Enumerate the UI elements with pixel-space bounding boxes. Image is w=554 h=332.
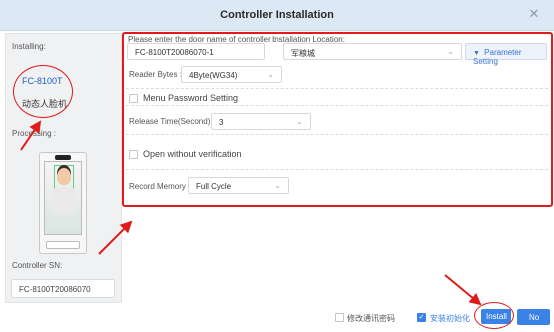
arrow-to-form: [98, 220, 133, 255]
annotation-arrows: [20, 120, 482, 306]
arrow-to-install: [444, 274, 482, 306]
controller-installation-dialog: Controller Installation ✕ Installing: FC…: [0, 0, 554, 332]
arrow-to-model: [20, 120, 42, 151]
